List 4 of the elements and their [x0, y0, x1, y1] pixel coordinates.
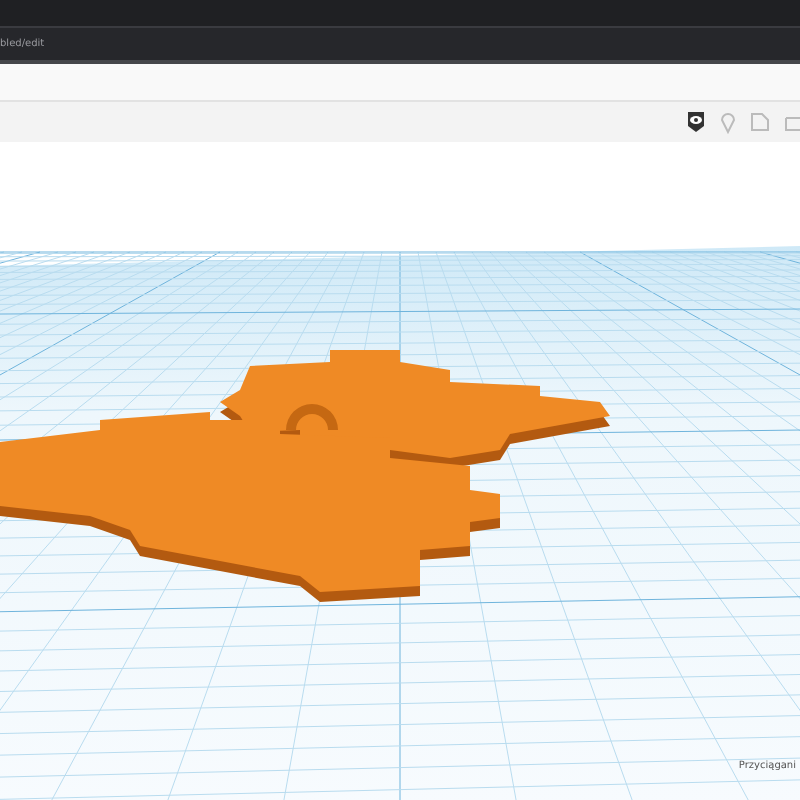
duplicate-icon[interactable]: [784, 112, 800, 132]
pin-icon[interactable]: [720, 110, 736, 134]
eye-icon[interactable]: [686, 110, 706, 134]
shape-icon[interactable]: [750, 112, 770, 132]
